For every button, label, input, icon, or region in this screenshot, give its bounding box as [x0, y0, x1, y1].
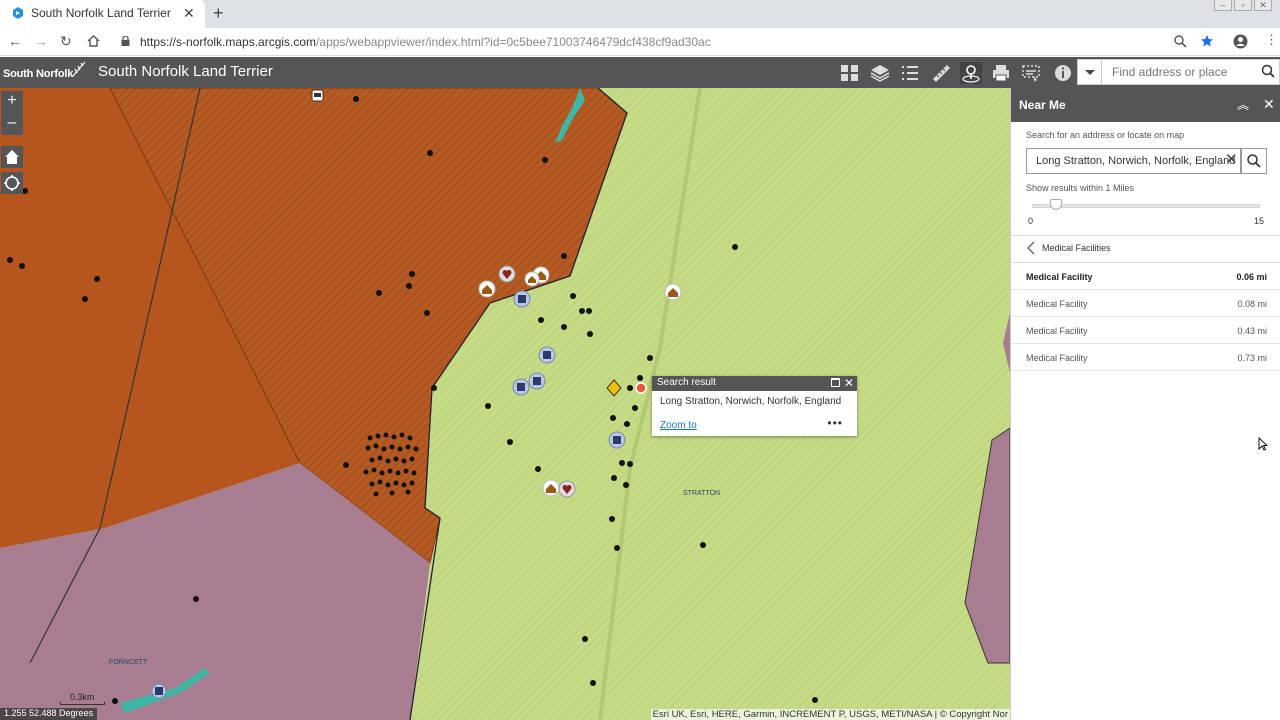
window-controls: – ▫ ✕: [1214, 0, 1272, 12]
map-canvas[interactable]: [0, 88, 1010, 720]
radius-slider-track[interactable]: [1032, 204, 1260, 208]
bookmark-star-icon[interactable]: [1200, 34, 1214, 48]
profile-avatar-icon[interactable]: [1233, 34, 1248, 49]
home-browser-icon[interactable]: [87, 35, 100, 47]
zoom-icon[interactable]: [1174, 35, 1187, 48]
zoom-in-button[interactable]: +: [1, 91, 23, 113]
clear-icon[interactable]: ✕: [1225, 151, 1238, 169]
map-attribution: Esri UK, Esri, HERE, Garmin, INCREMENT P…: [650, 709, 1010, 720]
new-tab-icon[interactable]: +: [213, 3, 224, 23]
minimize-icon[interactable]: –: [1214, 0, 1232, 11]
window-close-icon[interactable]: ✕: [1254, 0, 1272, 11]
chevron-down-icon: [1085, 70, 1095, 75]
radius-slider-thumb[interactable]: [1050, 199, 1062, 210]
legend-list-icon[interactable]: [899, 62, 921, 84]
address-input[interactable]: Long Stratton, Norwich, Norfolk, England: [1026, 148, 1241, 174]
more-actions-icon[interactable]: •••: [827, 416, 843, 430]
result-row[interactable]: Medical Facility 0.08 mi: [1011, 290, 1280, 317]
result-distance: 0.08 mi: [1237, 299, 1267, 309]
info-icon[interactable]: [1052, 62, 1074, 84]
arcgis-favicon-icon: [13, 7, 23, 19]
near-me-icon[interactable]: [960, 62, 982, 84]
search-button[interactable]: [1257, 60, 1279, 84]
overview-grid-icon[interactable]: [839, 62, 861, 84]
scale-bar-label: 0.3km: [70, 692, 95, 702]
zoom-control: + –: [1, 91, 23, 135]
lock-icon: [121, 36, 130, 46]
result-name: Medical Facility: [1026, 326, 1088, 336]
browser-tab[interactable]: South Norfolk Land Terrier ✕: [0, 0, 205, 28]
url-path: /apps/webappviewer/index.html?id=0c5bee7…: [316, 35, 711, 49]
tab-title: South Norfolk Land Terrier: [31, 6, 171, 20]
divider: [1011, 235, 1280, 236]
result-distance: 0.43 mi: [1237, 326, 1267, 336]
measure-ruler-icon[interactable]: [930, 62, 952, 84]
browser-tab-bar: South Norfolk Land Terrier ✕ + – ▫ ✕: [0, 0, 1280, 28]
back-icon[interactable]: ←: [8, 33, 22, 49]
panel-header: Near Me ︽ ✕: [1011, 88, 1280, 122]
result-distance: 0.06 mi: [1236, 272, 1267, 282]
print-icon[interactable]: [990, 62, 1012, 84]
back-chevron-icon[interactable]: [1026, 240, 1036, 256]
coordinate-readout: 1.255 52.488 Degrees: [0, 708, 98, 720]
zoom-to-link[interactable]: Zoom to: [660, 420, 697, 431]
address-search-button[interactable]: [1241, 148, 1267, 174]
result-row[interactable]: Medical Facility 0.06 mi: [1011, 263, 1280, 290]
popup-header: Search result ✕: [652, 376, 857, 391]
result-name: Medical Facility: [1026, 272, 1093, 282]
panel-close-icon[interactable]: ✕: [1263, 97, 1275, 111]
result-distance: 0.73 mi: [1237, 353, 1267, 363]
search-input[interactable]: [1112, 65, 1252, 79]
layers-icon[interactable]: [869, 62, 891, 84]
south-norfolk-logo: South Norfolk: [3, 61, 87, 85]
category-label[interactable]: Medical Facilities: [1042, 243, 1111, 253]
slider-max-label: 15: [1254, 216, 1265, 226]
reload-icon[interactable]: ↻: [60, 33, 72, 49]
popup-address: Long Stratton, Norwich, Norfolk, England: [660, 396, 842, 407]
map-view[interactable]: STRATTON FORNCETT + – Search result ✕ Lo…: [0, 88, 1010, 720]
url-field[interactable]: https://s-norfolk.maps.arcgis.com/apps/w…: [140, 35, 711, 49]
forward-icon[interactable]: →: [34, 33, 48, 49]
search-label: Search for an address or locate on map: [1026, 130, 1185, 140]
browser-address-bar: ← → ↻ https://s-norfolk.maps.arcgis.com/…: [0, 28, 1280, 56]
default-extent-button[interactable]: [1, 146, 23, 168]
map-label-forncett: FORNCETT: [109, 659, 148, 666]
url-host: https://s-norfolk.maps.arcgis.com: [140, 35, 317, 49]
restore-icon[interactable]: ▫: [1234, 0, 1252, 11]
search-icon: [1247, 154, 1261, 168]
result-row[interactable]: Medical Facility 0.73 mi: [1011, 344, 1280, 371]
panel-title: Near Me: [1019, 98, 1066, 112]
home-icon: [5, 150, 19, 164]
popup-title: Search result: [657, 377, 716, 388]
logo-text: South Norfolk: [3, 68, 74, 80]
popup-close-icon[interactable]: ✕: [844, 376, 854, 390]
collapse-icon[interactable]: ︽: [1237, 98, 1249, 112]
near-me-panel: Near Me ︽ ✕ Search for an address or loc…: [1010, 88, 1280, 720]
zoom-out-button[interactable]: –: [1, 113, 23, 135]
map-label-stratton: STRATTON: [683, 490, 721, 497]
maximize-icon[interactable]: [831, 378, 840, 387]
radius-label: Show results within 1 Miles: [1026, 183, 1135, 193]
locate-icon: [4, 175, 20, 191]
header-search-box: [1077, 59, 1280, 85]
mouse-cursor-icon: [1258, 437, 1268, 451]
my-location-button[interactable]: [1, 172, 23, 194]
result-row[interactable]: Medical Facility 0.43 mi: [1011, 317, 1280, 344]
search-icon: [1261, 64, 1275, 78]
select-icon[interactable]: [1020, 62, 1042, 84]
logo-wheat-icon: [72, 61, 86, 77]
search-result-popup: Search result ✕ Long Stratton, Norwich, …: [652, 376, 857, 436]
browser-menu-icon[interactable]: ⋮: [1265, 32, 1278, 48]
app-title: South Norfolk Land Terrier: [98, 63, 273, 80]
result-name: Medical Facility: [1026, 353, 1088, 363]
search-source-dropdown[interactable]: [1078, 60, 1102, 84]
slider-min-label: 0: [1028, 216, 1034, 226]
scale-bar: [60, 702, 105, 705]
tab-close-icon[interactable]: ✕: [183, 5, 195, 21]
result-name: Medical Facility: [1026, 299, 1088, 309]
